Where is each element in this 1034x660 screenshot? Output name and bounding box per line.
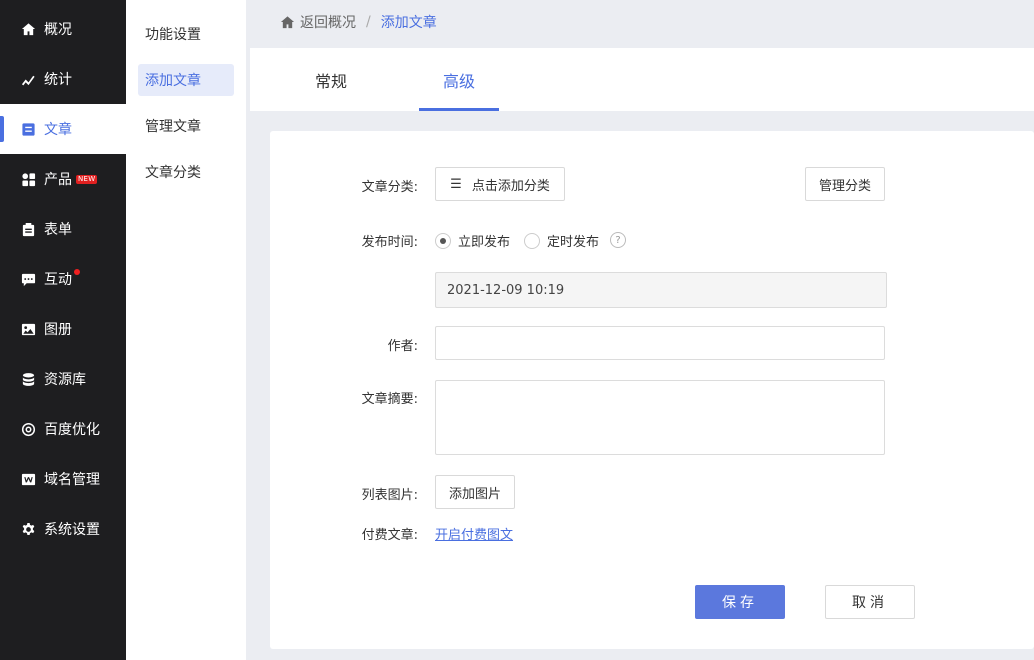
nav-label: 文章 (44, 122, 72, 138)
notification-dot (74, 269, 80, 275)
add-image-button[interactable]: 添加图片 (435, 475, 515, 509)
nav-item-stats[interactable]: 统计 (0, 54, 126, 104)
author-label: 作者: (387, 339, 418, 354)
add-category-label: 点击添加分类 (471, 178, 550, 194)
nav-item-forms[interactable]: 表单 (0, 204, 126, 254)
subnav-item-article-categories[interactable]: 文章分类 (138, 156, 234, 188)
subnav-label: 功能设置 (145, 27, 201, 43)
target-icon (20, 421, 36, 437)
nav-label: 统计 (44, 72, 72, 88)
add-category-button[interactable]: ☰ 点击添加分类 (435, 167, 565, 201)
subnav-item-manage-articles[interactable]: 管理文章 (138, 110, 234, 142)
breadcrumb-back-link[interactable]: 返回概况 (300, 12, 356, 32)
tab-general[interactable]: 常规 (300, 48, 362, 111)
tab-label: 高级 (442, 71, 475, 91)
radio-circle (435, 232, 451, 249)
new-badge: NEW (76, 174, 98, 184)
enable-paid-link[interactable]: 开启付费图文 (435, 524, 513, 543)
breadcrumb: 返回概况 / 添加文章 (280, 12, 437, 32)
subnav-label: 文章分类 (145, 165, 201, 181)
tab-advanced[interactable]: 高级 (419, 48, 499, 111)
nav-label: 产品 (44, 172, 72, 188)
subnav-label: 管理文章 (145, 119, 201, 135)
manage-category-button[interactable]: 管理分类 (805, 167, 885, 201)
image-icon (20, 321, 36, 337)
grid-icon (20, 171, 36, 187)
nav-item-settings[interactable]: 系统设置 (0, 504, 126, 554)
home-icon (20, 21, 36, 37)
article-icon (20, 121, 36, 137)
database-icon (20, 371, 36, 387)
nav-item-products[interactable]: 产品 NEW (0, 154, 126, 204)
publish-now-radio[interactable]: 立即发布 (435, 231, 510, 250)
publish-now-label: 立即发布 (458, 235, 511, 250)
nav-item-interaction[interactable]: 互动 (0, 254, 126, 304)
publish-time-label: 发布时间: (361, 235, 418, 250)
publish-scheduled-radio[interactable]: 定时发布 (524, 231, 599, 250)
home-icon[interactable] (280, 15, 295, 30)
nav-label: 概况 (44, 22, 72, 38)
category-label: 文章分类: (361, 180, 418, 195)
save-button[interactable]: 保存 (695, 585, 785, 619)
breadcrumb-separator: / (366, 14, 371, 30)
nav-label: 系统设置 (44, 522, 100, 538)
chat-icon (20, 271, 36, 287)
summary-textarea[interactable] (435, 380, 885, 455)
chart-icon (20, 71, 36, 87)
publish-datetime-field[interactable]: 2021-12-09 10:19 (435, 272, 887, 308)
paid-article-label: 付费文章: (361, 528, 418, 543)
tab-bar: 常规 高级 (250, 48, 1034, 111)
main-sidebar: 概况 统计 文章 产品 NEW 表单 互动 图册 资源库 百度优化 域名管理 系… (0, 0, 126, 660)
sub-sidebar: 功能设置 添加文章 管理文章 文章分类 (126, 0, 246, 660)
gear-icon (20, 521, 36, 537)
nav-label: 资源库 (44, 372, 86, 388)
subnav-label: 添加文章 (145, 73, 201, 89)
tab-label: 常规 (314, 71, 347, 91)
nav-label: 域名管理 (44, 472, 100, 488)
clipboard-icon (20, 221, 36, 237)
list-icon: ☰ (450, 176, 462, 192)
domain-icon (20, 471, 36, 487)
nav-item-domains[interactable]: 域名管理 (0, 454, 126, 504)
nav-item-overview[interactable]: 概况 (0, 4, 126, 54)
breadcrumb-current: 添加文章 (380, 15, 437, 31)
list-image-label: 列表图片: (361, 488, 418, 503)
publish-scheduled-label: 定时发布 (547, 235, 600, 250)
nav-item-resources[interactable]: 资源库 (0, 354, 126, 404)
subnav-item-add-article[interactable]: 添加文章 (138, 64, 234, 96)
radio-circle (524, 232, 540, 249)
nav-label: 互动 (44, 272, 72, 288)
nav-label: 百度优化 (44, 422, 100, 438)
cancel-button[interactable]: 取消 (825, 585, 915, 619)
nav-label: 表单 (44, 222, 72, 238)
nav-item-seo[interactable]: 百度优化 (0, 404, 126, 454)
summary-label: 文章摘要: (361, 392, 418, 407)
nav-label: 图册 (44, 322, 72, 338)
help-icon[interactable]: ? (610, 232, 626, 248)
form-card: 文章分类: ☰ 点击添加分类 管理分类 发布时间: 立即发布 定时发布 ? 20… (270, 131, 1034, 649)
nav-item-gallery[interactable]: 图册 (0, 304, 126, 354)
author-input[interactable] (435, 326, 885, 360)
nav-item-articles[interactable]: 文章 (0, 104, 126, 154)
subnav-item-feature-settings[interactable]: 功能设置 (138, 18, 234, 50)
